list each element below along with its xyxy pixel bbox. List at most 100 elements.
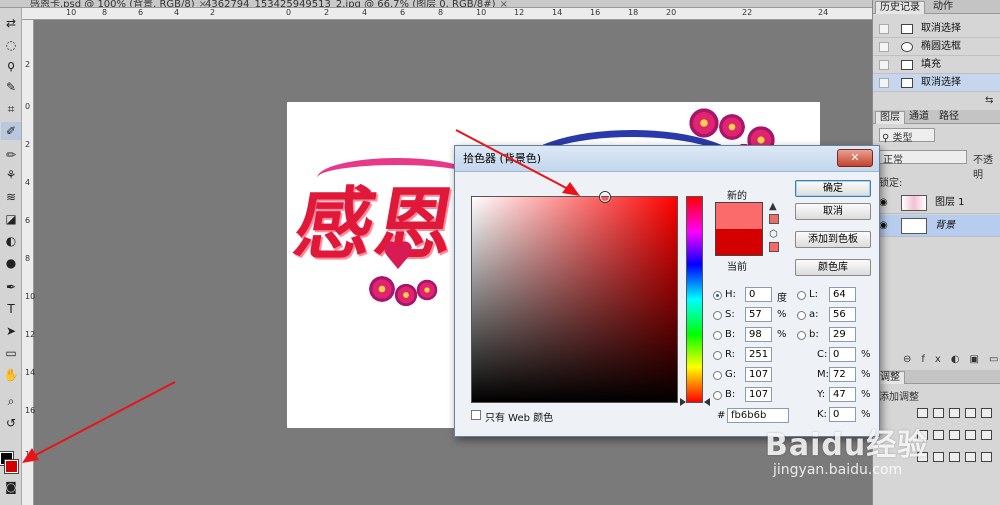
blue-radio[interactable] [713,391,722,400]
lock-label: 锁定: [879,178,903,189]
quick-mask-icon[interactable]: ◙ [1,478,21,496]
hue-slider-handle-right[interactable] [704,398,710,406]
watermark-logo: Baidu经验 [765,428,929,463]
color-libraries-button[interactable]: 颜色库 [795,259,871,276]
green-input[interactable]: 107 [745,367,772,382]
history-item[interactable]: 取消选择 [873,20,1000,38]
layer-filter-dropdown[interactable]: ⚲ 类型 [879,128,935,144]
web-colors-only-checkbox[interactable] [471,410,481,420]
blue-input[interactable]: 107 [745,387,772,402]
background-color-swatch[interactable] [5,460,18,473]
document-tab[interactable]: 感恩卡.psd @ 100% (背景, RGB/8) × [30,0,207,7]
marquee-tool-icon[interactable]: ◌ [1,36,21,54]
search-icon: ⚲ [882,133,893,144]
tab-history[interactable]: 历史记录 [875,1,925,14]
close-tab-icon[interactable]: × [500,0,508,7]
layer-row[interactable]: ◉ 背景 [873,215,1000,237]
blend-mode-dropdown[interactable]: 正常 [879,150,967,166]
tab-actions[interactable]: 动作 [929,1,957,14]
brush-tool-icon[interactable]: ⚘ [1,166,21,184]
vibrance-icon[interactable] [981,408,992,418]
magenta-input[interactable]: 72 [829,367,856,382]
gradient-tool-icon[interactable]: ● [1,254,21,272]
history-source-checkbox[interactable] [879,42,889,52]
history-item[interactable]: 椭圆选框 [873,38,1000,56]
layer-row[interactable]: ◉ 图层 1 [873,192,1000,214]
pen-tool-icon[interactable]: T [1,300,21,318]
photo-filter-icon[interactable] [965,430,976,440]
visibility-eye-icon[interactable]: ◉ [879,215,888,237]
type-tool-icon[interactable]: ➤ [1,322,21,340]
lab-l-input[interactable]: 64 [829,287,856,302]
lasso-tool-icon[interactable]: ϙ [1,56,21,74]
color-field-cursor[interactable] [600,192,610,202]
curves-icon[interactable] [949,408,960,418]
lab-a-radio[interactable] [797,311,806,320]
layer-name: 背景 [935,220,955,231]
ok-button[interactable]: 确定 [795,180,871,197]
channel-mixer-icon[interactable] [981,430,992,440]
clone-stamp-tool-icon[interactable]: ≋ [1,188,21,206]
ruler-tick: 2 [25,140,31,149]
red-input[interactable]: 251 [745,347,772,362]
adjustments-panel-tabs: 调整 [873,370,1000,384]
gradient-map-icon[interactable] [965,452,976,462]
healing-brush-tool-icon[interactable]: ✏ [1,146,21,164]
yellow-input[interactable]: 47 [829,387,856,402]
move-tool-icon[interactable]: ⇄ [1,14,21,32]
history-source-checkbox[interactable] [879,60,889,70]
eyedropper-tool-icon[interactable]: ✐ [1,122,21,140]
zoom-tool-icon[interactable]: ↺ [1,414,21,432]
cyan-input[interactable]: 0 [829,347,856,362]
current-color-preview[interactable] [715,229,763,256]
exposure-icon[interactable] [965,408,976,418]
ruler-tick: 12 [514,8,525,17]
dodge-tool-icon[interactable]: ✒ [1,278,21,296]
tab-channels[interactable]: 通道 [905,111,933,124]
lab-b-input[interactable]: 29 [829,327,856,342]
layer-thumbnail [901,218,927,234]
lab-a-input[interactable]: 56 [829,307,856,322]
shape-tool-icon[interactable]: ✋ [1,366,21,384]
cancel-button[interactable]: 取消 [795,203,871,220]
quick-select-tool-icon[interactable]: ✎ [1,78,21,96]
selective-color-icon[interactable] [981,452,992,462]
hue-slider-handle-left[interactable] [680,398,686,406]
tab-paths[interactable]: 路径 [935,111,963,124]
saturation-radio[interactable] [713,311,722,320]
history-source-checkbox[interactable] [879,78,889,88]
lab-l-radio[interactable] [797,291,806,300]
ruler-tick: 14 [25,368,36,377]
brightness-icon[interactable] [917,408,928,418]
path-select-tool-icon[interactable]: ▭ [1,344,21,362]
layer-actions-icons[interactable]: ⊖fx◐▣▭⊟ [903,354,1000,365]
gamut-color-swatch[interactable] [769,214,779,224]
history-source-checkbox[interactable] [879,24,889,34]
saturation-input[interactable]: 57 [745,307,772,322]
brightness-input[interactable]: 98 [745,327,772,342]
add-to-swatches-button[interactable]: 添加到色板 [795,231,871,248]
web-safe-color-swatch[interactable] [769,242,779,252]
hue-radio[interactable] [713,291,722,300]
new-snapshot-icon[interactable]: ⇆ [985,95,993,106]
hand-tool-icon[interactable]: ⌕ [1,392,21,410]
close-button[interactable]: ✕ [837,149,873,167]
visibility-eye-icon[interactable]: ◉ [879,192,888,214]
history-item[interactable]: 取消选择 [873,74,1000,92]
history-item[interactable]: 填充 [873,56,1000,74]
hue-slider[interactable] [686,196,703,403]
hue-input[interactable]: 0 [745,287,772,302]
cyan-unit: % [861,349,871,360]
document-tab[interactable]: 4362794_153425949513_2.jpg @ 66.7% (图层 0… [205,0,508,7]
lab-b-radio[interactable] [797,331,806,340]
eraser-tool-icon[interactable]: ◐ [1,232,21,250]
document-icon [901,24,913,34]
crop-tool-icon[interactable]: ⌗ [1,100,21,118]
levels-icon[interactable] [933,408,944,418]
green-radio[interactable] [713,371,722,380]
tab-layers[interactable]: 图层 [875,111,905,124]
brightness-radio[interactable] [713,331,722,340]
red-radio[interactable] [713,351,722,360]
color-field[interactable] [471,192,678,403]
history-brush-tool-icon[interactable]: ◪ [1,210,21,228]
